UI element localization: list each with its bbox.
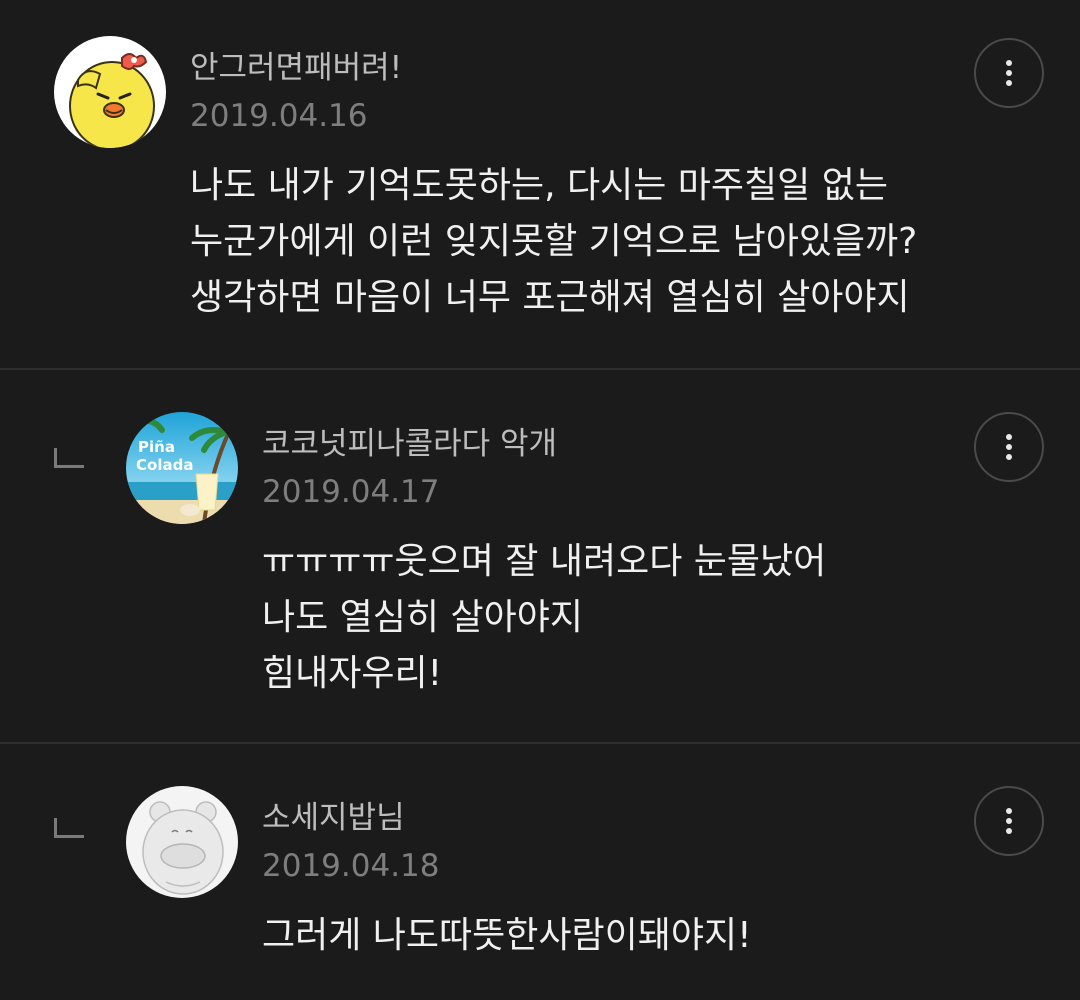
comment-text-line: 나도 내가 기억도못하는, 다시는 마주칠일 없는 [190,165,888,206]
comment-author[interactable]: 소세지밥님 [262,798,405,838]
more-options-button[interactable] [974,412,1044,482]
more-options-button[interactable] [974,38,1044,108]
comment-item: 안그러면패버려! 2019.04.16 나도 내가 기억도못하는, 다시는 마주… [0,0,1080,368]
pina-colada-avatar-icon: Piña Colada [126,412,238,524]
comment-list: 안그러면패버려! 2019.04.16 나도 내가 기억도못하는, 다시는 마주… [0,0,1080,1000]
comment-text-line: 누군가에게 이런 잊지못할 기억으로 남아있을까? [190,221,918,262]
more-vertical-icon [1006,60,1012,86]
reply-indicator-icon [54,818,84,838]
comment-text-line: 그러게 나도따뜻한사람이돼야지! [262,915,752,956]
avatar[interactable] [54,36,166,148]
comment-author[interactable]: 안그러면패버려! [190,48,402,88]
comment-date: 2019.04.17 [262,474,440,510]
reply-indicator-icon [54,448,84,468]
avatar-text: Colada [136,456,193,474]
bear-character-avatar-icon [126,786,238,898]
comment-text: ㅠㅠㅠㅠ웃으며 잘 내려오다 눈물났어 나도 열심히 살아야지 힘내자우리! [262,534,826,702]
more-vertical-icon [1006,808,1012,834]
avatar-text: Piña [138,438,175,456]
comment-text-line: 생각하면 마음이 너무 포근해져 열심히 살아야지 [190,277,910,318]
comment-text-line: 나도 열심히 살아야지 [262,597,583,638]
comment-text-line: ㅠㅠㅠㅠ웃으며 잘 내려오다 눈물났어 [262,541,827,582]
more-options-button[interactable] [974,786,1044,856]
comment-text-line: 힘내자우리! [262,653,443,694]
comment-date: 2019.04.16 [190,98,368,134]
reply-item: 소세지밥님 2019.04.18 그러게 나도따뜻한사람이돼야지! [0,744,1080,1000]
avatar[interactable]: Piña Colada [126,412,238,524]
comment-text: 그러게 나도따뜻한사람이돼야지! [262,908,752,964]
yellow-character-avatar-icon [54,36,166,148]
reply-item: Piña Colada 코코넛피나콜라다 악개 2019.04.17 ㅠㅠㅠㅠ웃… [0,370,1080,742]
more-vertical-icon [1006,434,1012,460]
comment-date: 2019.04.18 [262,848,440,884]
comment-author[interactable]: 코코넛피나콜라다 악개 [262,424,557,464]
avatar[interactable] [126,786,238,898]
comment-text: 나도 내가 기억도못하는, 다시는 마주칠일 없는 누군가에게 이런 잊지못할 … [190,158,917,326]
